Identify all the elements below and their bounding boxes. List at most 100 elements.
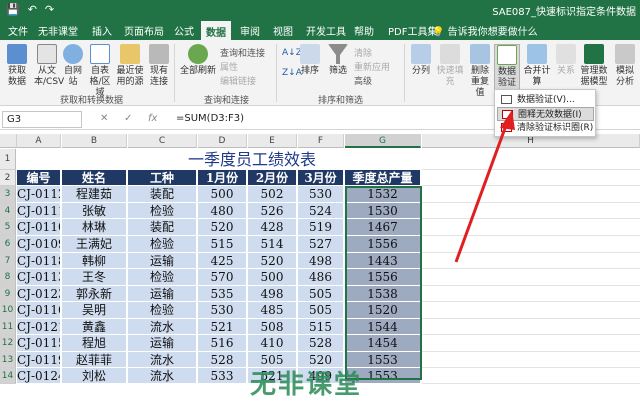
reapply-cmd[interactable]: 重新应用 — [354, 60, 390, 73]
table-cell[interactable]: 498 — [248, 286, 297, 302]
column-header-b[interactable]: B — [62, 134, 127, 148]
table-header-cell[interactable]: 工种 — [128, 170, 197, 186]
table-cell[interactable]: 535 — [198, 286, 247, 302]
manage-model-button[interactable]: 管理数据模型 — [580, 44, 608, 88]
table-cell[interactable]: CJ-0113 — [17, 269, 61, 286]
from-web-button[interactable]: 自网站 — [62, 44, 84, 88]
name-box[interactable]: G3 — [2, 111, 82, 128]
row-header-10[interactable]: 10 — [0, 302, 16, 319]
table-header-cell[interactable]: 编号 — [17, 170, 61, 186]
table-cell[interactable]: 520 — [248, 253, 297, 269]
column-header-g[interactable]: G — [345, 134, 421, 148]
table-cell[interactable]: CJ-0110 — [17, 219, 61, 236]
row-header-2[interactable]: 2 — [0, 170, 16, 186]
table-cell[interactable]: 运输 — [128, 253, 197, 269]
table-cell[interactable]: 郭永新 — [62, 286, 127, 302]
table-cell[interactable]: 480 — [198, 203, 247, 219]
total-cell[interactable]: 1443 — [345, 253, 421, 269]
row-header-5[interactable]: 5 — [0, 219, 16, 236]
table-cell[interactable]: 检验 — [128, 203, 197, 219]
tab-file[interactable]: 文件 — [8, 23, 28, 38]
table-cell[interactable]: CJ-0119 — [17, 352, 61, 368]
table-cell[interactable]: 流水 — [128, 319, 197, 335]
table-cell[interactable]: 533 — [198, 368, 247, 384]
table-cell[interactable]: 张敏 — [62, 203, 127, 219]
row-header-4[interactable]: 4 — [0, 203, 16, 219]
total-cell[interactable]: 1532 — [345, 186, 421, 203]
advanced-cmd[interactable]: 高级 — [354, 74, 372, 87]
table-cell[interactable]: 赵菲菲 — [62, 352, 127, 368]
table-cell[interactable]: 508 — [248, 319, 297, 335]
table-cell[interactable]: 527 — [298, 236, 344, 253]
table-cell[interactable]: 528 — [198, 352, 247, 368]
table-cell[interactable]: 410 — [248, 335, 297, 352]
data-validation-button[interactable]: 数据验证 — [494, 44, 520, 92]
recent-sources-button[interactable]: 最近使用的源 — [116, 44, 144, 88]
table-cell[interactable]: 520 — [198, 219, 247, 236]
fx-icon[interactable]: fx — [148, 113, 157, 124]
relationships-button[interactable]: 关系 — [556, 44, 576, 77]
tab-page-layout[interactable]: 页面布局 — [124, 23, 164, 38]
row-header-9[interactable]: 9 — [0, 286, 16, 302]
queries-connections-cmd[interactable]: 查询和连接 — [220, 46, 265, 59]
table-cell[interactable]: 运输 — [128, 335, 197, 352]
sort-button[interactable]: 排序 — [300, 44, 320, 77]
table-cell[interactable]: 王冬 — [62, 269, 127, 286]
enter-icon[interactable]: ✓ — [124, 113, 132, 124]
table-cell[interactable]: 500 — [248, 269, 297, 286]
row-header-3[interactable]: 3 — [0, 186, 16, 203]
existing-connections-button[interactable]: 现有连接 — [148, 44, 170, 88]
tell-me-box[interactable]: 💡 告诉我你想要做什么 — [432, 23, 538, 38]
table-header-cell[interactable]: 3月份 — [298, 170, 344, 186]
table-cell[interactable]: 570 — [198, 269, 247, 286]
flash-fill-button[interactable]: 快速填充 — [436, 44, 464, 88]
table-cell[interactable]: 500 — [198, 186, 247, 203]
table-cell[interactable]: 530 — [198, 302, 247, 319]
table-cell[interactable]: 王满妃 — [62, 236, 127, 253]
column-header-f[interactable]: F — [298, 134, 344, 148]
total-cell[interactable]: 1530 — [345, 203, 421, 219]
sort-za-button[interactable]: Z↓A — [282, 68, 302, 78]
consolidate-button[interactable]: 合并计算 — [522, 44, 552, 88]
table-cell[interactable]: 515 — [198, 236, 247, 253]
table-cell[interactable]: 530 — [298, 186, 344, 203]
table-cell[interactable]: 运输 — [128, 286, 197, 302]
table-cell[interactable]: 韩柳 — [62, 253, 127, 269]
table-cell[interactable]: 黄鑫 — [62, 319, 127, 335]
cancel-icon[interactable]: ✕ — [100, 113, 108, 124]
tab-review[interactable]: 审阅 — [240, 23, 260, 38]
tab-formulas[interactable]: 公式 — [174, 23, 194, 38]
table-header-cell[interactable]: 姓名 — [62, 170, 127, 186]
sort-az-button[interactable]: A↓Z — [282, 48, 302, 58]
clear-cmd[interactable]: 清除 — [354, 46, 372, 59]
what-if-button[interactable]: 模拟分析 — [612, 44, 638, 88]
column-header-d[interactable]: D — [198, 134, 247, 148]
row-header-13[interactable]: 13 — [0, 352, 16, 368]
from-text-button[interactable]: 从文本/CSV — [34, 44, 64, 88]
tab-data[interactable]: 数据 — [201, 21, 231, 40]
tab-insert[interactable]: 插入 — [92, 23, 112, 38]
formula-input[interactable]: =SUM(D3:F3) — [176, 113, 244, 124]
get-data-button[interactable]: 获取数据 — [4, 44, 30, 88]
table-cell[interactable]: 425 — [198, 253, 247, 269]
table-header-cell[interactable]: 2月份 — [248, 170, 297, 186]
total-cell[interactable]: 1467 — [345, 219, 421, 236]
table-cell[interactable]: 428 — [248, 219, 297, 236]
row-header-1[interactable]: 1 — [0, 149, 16, 170]
table-cell[interactable]: CJ-0124 — [17, 368, 61, 384]
table-cell[interactable]: CJ-0111 — [17, 203, 61, 219]
refresh-all-button[interactable]: 全部刷新 — [180, 44, 216, 77]
table-cell[interactable]: 528 — [298, 335, 344, 352]
remove-duplicates-button[interactable]: 删除重复值 — [468, 44, 492, 99]
row-header-11[interactable]: 11 — [0, 319, 16, 335]
column-header-e[interactable]: E — [248, 134, 297, 148]
total-cell[interactable]: 1538 — [345, 286, 421, 302]
table-cell[interactable]: 检验 — [128, 236, 197, 253]
table-cell[interactable]: CJ-0115 — [17, 335, 61, 352]
tab-developer[interactable]: 开发工具 — [306, 23, 346, 38]
table-cell[interactable]: 486 — [298, 269, 344, 286]
undo-icon[interactable]: ↶ — [28, 3, 37, 16]
menu-item-circle-invalid[interactable]: 圈释无效数据(I) — [497, 107, 594, 121]
column-header-a[interactable]: A — [17, 134, 61, 148]
select-all-corner[interactable] — [0, 134, 17, 148]
